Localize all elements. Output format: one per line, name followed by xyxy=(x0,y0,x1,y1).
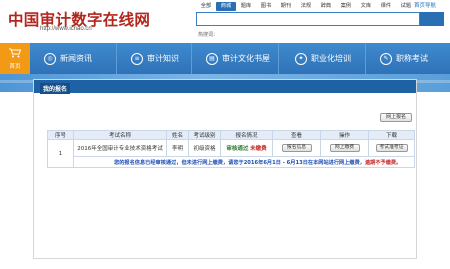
homepage-nav-link[interactable]: 首页导航 xyxy=(414,2,436,11)
download-cell: 考试准考证 xyxy=(368,139,415,157)
download-admission-ticket-button[interactable]: 考试准考证 xyxy=(375,144,408,152)
nav-item-audit-bookstore[interactable]: ▤ 审计文化书屋 xyxy=(192,43,278,74)
column-header: 姓名 xyxy=(166,130,189,140)
page: 中国审计数字在线网 http://www.icnao.cn 全部 商城 题库 图… xyxy=(0,0,450,269)
payment-notice: 您的报名信息已经审核通过，但未进行网上缴费，请您于2016年6月1日 - 6月1… xyxy=(73,156,415,168)
tab-all[interactable]: 全部 xyxy=(196,2,216,11)
search-button[interactable] xyxy=(420,12,444,26)
tab-courseware[interactable]: 课件 xyxy=(376,2,396,11)
tab-regulations[interactable]: 法规 xyxy=(296,2,316,11)
column-header: 操作 xyxy=(320,130,369,140)
panel-header: 我的报名 xyxy=(34,80,416,94)
notice-row: 您的报名信息已经审核通过，但未进行网上缴费，请您于2016年6月1日 - 6月1… xyxy=(48,156,415,168)
candidate-name: 李明 xyxy=(166,139,189,157)
column-header: 查看 xyxy=(272,130,321,140)
tab-dictionary[interactable]: 辞典 xyxy=(316,2,336,11)
view-cell: 报名信息 xyxy=(272,139,321,157)
tab-books[interactable]: 图书 xyxy=(256,2,276,11)
nav-item-label: 审计文化书屋 xyxy=(222,54,270,63)
column-header: 报名情况 xyxy=(220,130,273,140)
edit-icon: ✎ xyxy=(380,52,392,65)
online-payment-button[interactable]: 网上缴费 xyxy=(329,144,360,152)
cart-icon xyxy=(9,48,21,58)
nav-item-title-exam[interactable]: ✎ 职称考试 xyxy=(366,43,450,74)
book-icon: ▤ xyxy=(206,52,218,65)
status-approved: 审核通过 xyxy=(226,146,249,152)
nav-item-label: 职业化培训 xyxy=(311,54,351,63)
tab-library[interactable]: 文库 xyxy=(356,2,376,11)
nav-item-training[interactable]: ✦ 职业化培训 xyxy=(279,43,365,74)
tab-cases[interactable]: 案例 xyxy=(336,2,356,11)
tab-mall[interactable]: 商城 xyxy=(215,2,236,11)
document-icon: ≡ xyxy=(131,52,143,65)
nav-home-label: 首页 xyxy=(9,64,21,70)
column-header: 考试级别 xyxy=(188,130,221,140)
main-nav: 首页 ◎ 新闻资讯 ≡ 审计知识 ▤ 审计文化书屋 ✦ 职业化培训 ✎ 职称考试 xyxy=(0,43,450,74)
registration-status: 审核通过 未缴费 xyxy=(220,139,273,157)
row-index: 1 xyxy=(47,139,74,168)
status-unpaid: 未缴费 xyxy=(250,146,267,152)
payment-notice-text: 您的报名信息已经审核通过，但未进行网上缴费，请您于2016年6月1日 - 6月1… xyxy=(114,159,365,166)
tab-journals[interactable]: 期刊 xyxy=(276,2,296,11)
site-url: http://www.icnao.cn xyxy=(40,26,92,32)
nav-item-news[interactable]: ◎ 新闻资讯 xyxy=(30,43,116,74)
nav-item-audit-knowledge[interactable]: ≡ 审计知识 xyxy=(117,43,191,74)
tab-exams[interactable]: 试题 xyxy=(396,2,416,11)
nav-item-label: 审计知识 xyxy=(147,54,179,63)
payment-deadline-warning: 逾期不予缴费。 xyxy=(364,159,402,166)
column-header: 下载 xyxy=(368,130,415,140)
search-category-tabs: 全部 商城 题库 图书 期刊 法规 辞典 案例 文库 课件 试题 xyxy=(196,2,416,11)
nav-item-label: 新闻资讯 xyxy=(60,54,92,63)
action-cell: 网上缴费 xyxy=(320,139,369,157)
view-registration-info-button[interactable]: 报名信息 xyxy=(281,144,312,152)
nav-item-label: 职称考试 xyxy=(396,54,428,63)
registration-table: 序号 考试名称 姓名 考试级别 报名情况 查看 操作 下载 1 2016年全国审… xyxy=(47,130,415,168)
column-header: 考试名称 xyxy=(73,130,167,140)
column-header: 序号 xyxy=(47,130,74,140)
lightbulb-icon: ✦ xyxy=(295,52,307,65)
globe-icon: ◎ xyxy=(44,52,56,65)
table-header-row: 序号 考试名称 姓名 考试级别 报名情况 查看 操作 下载 xyxy=(47,130,415,140)
tab-question-bank[interactable]: 题库 xyxy=(236,2,256,11)
online-registration-button[interactable]: 网上报名 xyxy=(380,113,412,122)
table-row: 1 2016年全国审计专业技术资格考试 李明 初级资格 审核通过 未缴费 报名信… xyxy=(47,139,415,168)
exam-level: 初级资格 xyxy=(188,139,221,157)
registration-panel: 我的报名 网上报名 序号 考试名称 姓名 考试级别 报名情况 查看 操作 下载 … xyxy=(33,79,417,259)
hot-search-label: 热搜词： xyxy=(198,32,219,38)
nav-home[interactable]: 首页 xyxy=(0,43,30,74)
site-header: 中国审计数字在线网 http://www.icnao.cn 全部 商城 题库 图… xyxy=(0,0,450,40)
exam-name: 2016年全国审计专业技术资格考试 xyxy=(73,139,167,157)
panel-title: 我的报名 xyxy=(40,83,71,94)
search-input[interactable] xyxy=(196,12,420,26)
